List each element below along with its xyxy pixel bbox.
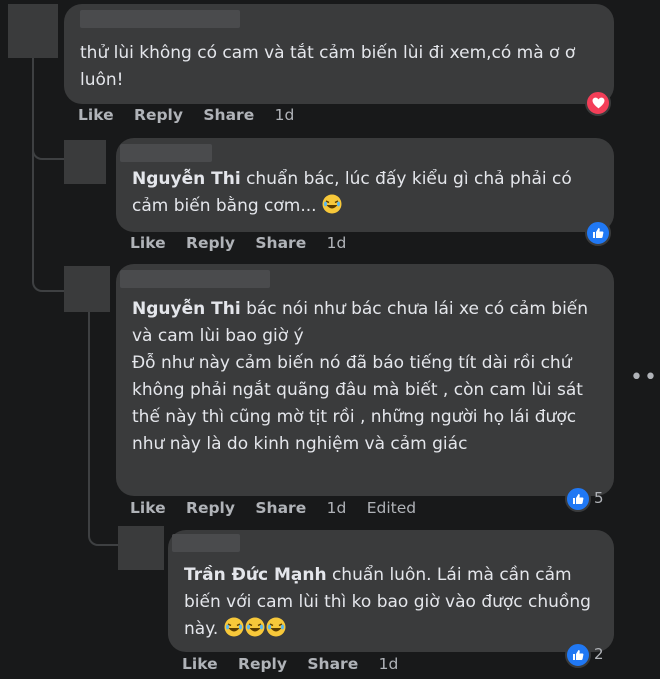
reaction-count[interactable]: 5 (594, 489, 604, 507)
comment-text: thử lùi không có cam và tắt cảm biến lùi… (80, 43, 576, 90)
timestamp[interactable]: 1d (327, 499, 347, 517)
like-button[interactable]: Like (130, 234, 166, 252)
reply-button[interactable]: Reply (186, 499, 235, 517)
heart-reaction-icon[interactable] (585, 90, 611, 116)
timestamp[interactable]: 1d (379, 655, 399, 673)
like-reaction-icon[interactable] (565, 486, 591, 512)
author-name-redacted (80, 10, 240, 28)
like-reaction-icon[interactable] (585, 220, 611, 246)
avatar[interactable] (64, 266, 110, 312)
author-name[interactable]: Trần Đức Mạnh (184, 565, 327, 585)
comment-actions: Like Reply Share 1d (182, 655, 413, 673)
reply-button[interactable]: Reply (186, 234, 235, 252)
reaction-count[interactable]: 2 (594, 645, 604, 663)
author-name-redacted (172, 534, 240, 552)
author-name-redacted (120, 144, 212, 162)
like-button[interactable]: Like (130, 499, 166, 517)
author-name[interactable]: Nguyễn Thi (132, 299, 241, 319)
avatar[interactable] (64, 140, 106, 184)
edited-label[interactable]: Edited (367, 499, 416, 517)
laughing-emoji-icon (322, 194, 342, 214)
comment-actions: Like Reply Share 1d (78, 106, 309, 124)
thread-line (32, 150, 66, 292)
timestamp[interactable]: 1d (327, 234, 347, 252)
laughing-emoji-icon (266, 617, 286, 637)
author-name[interactable]: Nguyễn Thi (132, 169, 241, 189)
like-button[interactable]: Like (78, 106, 114, 124)
laughing-emoji-icon (224, 617, 244, 637)
reply-button[interactable]: Reply (134, 106, 183, 124)
comment-actions: Like Reply Share 1d Edited (130, 499, 431, 517)
like-button[interactable]: Like (182, 655, 218, 673)
avatar[interactable] (8, 4, 58, 58)
like-reaction-icon[interactable] (565, 642, 591, 668)
comment-text: Nguyễn Thi chuẩn bác, lúc đấy kiểu gì ch… (132, 169, 572, 216)
share-button[interactable]: Share (307, 655, 358, 673)
share-button[interactable]: Share (255, 234, 306, 252)
share-button[interactable]: Share (255, 499, 306, 517)
more-horizontal-icon[interactable]: ••• (630, 365, 660, 390)
reply-button[interactable]: Reply (238, 655, 287, 673)
comment-text: Nguyễn Thi bác nói như bác chưa lái xe c… (132, 299, 589, 454)
avatar[interactable] (118, 526, 164, 570)
laughing-emoji-icon (245, 617, 265, 637)
thread-line (32, 58, 66, 160)
share-button[interactable]: Share (203, 106, 254, 124)
timestamp[interactable]: 1d (275, 106, 295, 124)
comment-actions: Like Reply Share 1d (130, 234, 361, 252)
comment-text: Trần Đức Mạnh chuẩn luôn. Lái mà cần cảm… (184, 565, 591, 639)
author-name-redacted (120, 270, 270, 288)
